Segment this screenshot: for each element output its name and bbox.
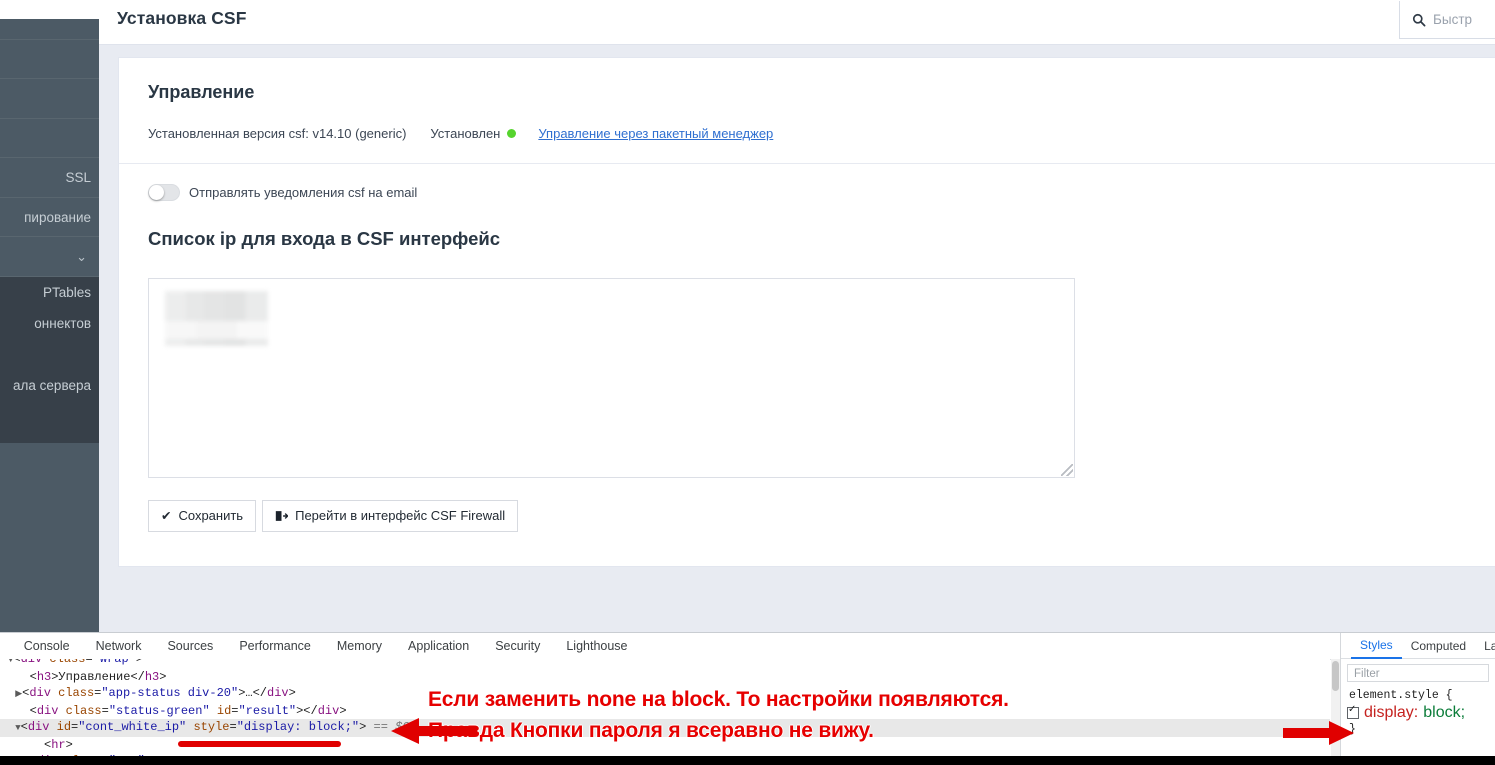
sidebar-item-blank[interactable] xyxy=(0,339,99,370)
page-title: Установка CSF xyxy=(117,8,247,28)
screen-root: SSL пирование ⌄ PTables оннектов ала сер… xyxy=(0,0,1495,765)
sidebar-item-label: ала сервера xyxy=(13,377,91,393)
sidebar-item-2[interactable] xyxy=(0,40,99,79)
styles-tab-styles[interactable]: Styles xyxy=(1351,633,1402,659)
sidebar-item-ssl[interactable]: SSL xyxy=(0,158,99,198)
sidebar-item-iptables[interactable]: PTables xyxy=(0,277,99,308)
devtools-tab-elements[interactable]: ts xyxy=(0,634,11,659)
styles-rule-close: } xyxy=(1349,723,1356,736)
sign-in-icon xyxy=(275,510,289,521)
dom-scrollbar[interactable] xyxy=(1331,659,1340,765)
email-notifications-toggle[interactable] xyxy=(148,184,180,201)
sidebar-item-expand[interactable]: ⌄ xyxy=(0,237,99,277)
version-status-row: Установленная версия csf: v14.10 (generi… xyxy=(148,126,773,141)
devtools-tab-lighthouse[interactable]: Lighthouse xyxy=(553,634,640,659)
devtools-tab-performance[interactable]: Performance xyxy=(226,634,324,659)
sidebar-item-label: пирование xyxy=(24,209,91,225)
main-content: Установка CSF Быстр Управление Установле… xyxy=(99,0,1495,632)
email-notifications-row: Отправлять уведомления csf на email xyxy=(148,184,417,201)
devtools-tab-sources[interactable]: Sources xyxy=(154,634,226,659)
sidebar-item-1[interactable] xyxy=(0,0,99,40)
sidebar-item-server-log[interactable]: ала сервера xyxy=(0,370,99,401)
content-card: Управление Установленная версия csf: v14… xyxy=(118,57,1495,567)
dom-node-h3[interactable]: <h3>Управление</h3> xyxy=(0,669,1330,686)
annotation-line-2: Правда Кнопки пароля я всеравно не вижу. xyxy=(428,719,874,742)
save-button-label: Сохранить xyxy=(178,508,244,523)
goto-csf-firewall-button[interactable]: Перейти в интерфейс CSF Firewall xyxy=(262,500,519,532)
styles-filter-input[interactable]: Filter xyxy=(1347,664,1489,682)
sidebar-lower-group: PTables оннектов ала сервера xyxy=(0,276,99,443)
goto-button-label: Перейти в интерфейс CSF Firewall xyxy=(295,508,506,523)
declaration-value[interactable]: block; xyxy=(1423,704,1465,722)
annotation-line-1: Если заменить none на block. То настройк… xyxy=(428,688,1009,711)
search-input[interactable]: Быстр xyxy=(1399,1,1495,39)
email-notifications-label: Отправлять уведомления csf на email xyxy=(189,185,418,200)
dom-node-wrap[interactable]: ▼<div class="wrap"> xyxy=(0,659,1330,669)
sidebar-item-4[interactable] xyxy=(0,119,99,158)
declaration-checkbox[interactable] xyxy=(1347,704,1359,719)
dom-h3-text: Управление xyxy=(58,669,131,684)
styles-rule-selector: element.style { xyxy=(1349,689,1453,702)
sidebar-item-label: оннектов xyxy=(34,315,91,331)
styles-tab-bar: Styles Computed Lay xyxy=(1341,633,1495,659)
search-placeholder: Быстр xyxy=(1433,12,1473,27)
top-bar: Установка CSF Быстр xyxy=(99,0,1495,45)
devtools-tab-security[interactable]: Security xyxy=(482,634,553,659)
section-title: Управление xyxy=(148,82,255,102)
styles-tab-layout[interactable]: Lay xyxy=(1475,634,1495,658)
toggle-knob xyxy=(149,185,164,200)
styles-tab-computed[interactable]: Computed xyxy=(1402,634,1475,658)
status-badge-dot xyxy=(507,129,517,138)
scrollbar-thumb[interactable] xyxy=(1332,661,1339,691)
redacted-ip-content xyxy=(165,291,268,346)
devtools-tab-memory[interactable]: Memory xyxy=(324,634,395,659)
textarea-resize-handle[interactable] xyxy=(1061,464,1073,476)
declaration-property[interactable]: display: xyxy=(1364,704,1418,722)
devtools-tab-console[interactable]: Console xyxy=(11,634,83,659)
ip-list-textarea[interactable] xyxy=(148,278,1075,478)
sidebar-item-label: SSL xyxy=(65,170,91,185)
sidebar-item-blank-2[interactable] xyxy=(0,401,99,443)
bottom-black-bar xyxy=(0,756,1495,765)
styles-panel: Styles Computed Lay Filter element.style… xyxy=(1340,633,1495,765)
chevron-down-icon: ⌄ xyxy=(76,249,87,264)
annotation-arrow-right-icon xyxy=(1283,721,1354,745)
sidebar-item-label: PTables xyxy=(42,284,91,300)
sidebar-item-backup[interactable]: пирование xyxy=(0,198,99,237)
sidebar-item-3[interactable] xyxy=(0,79,99,119)
action-buttons: ✔ Сохранить Перейти в интерфейс CSF Fire… xyxy=(148,500,519,532)
install-status-label: Установлен xyxy=(430,126,501,141)
save-button[interactable]: ✔ Сохранить xyxy=(148,500,257,532)
search-icon xyxy=(1412,13,1426,26)
installed-version-label: Установленная версия csf: v14.10 (generi… xyxy=(148,126,407,141)
left-sidebar: SSL пирование ⌄ PTables оннектов ала сер… xyxy=(0,0,99,632)
ip-list-title: Список ip для входа в CSF интерфейс xyxy=(148,228,501,249)
dom-tree[interactable]: ▼<div class="wrap"> <h3>Управление</h3> … xyxy=(0,659,1330,765)
card-divider xyxy=(119,163,1495,164)
styles-declaration-row[interactable]: display: block; xyxy=(1341,704,1495,722)
check-icon: ✔ xyxy=(161,509,172,523)
sidebar-item-connections[interactable]: оннектов xyxy=(0,308,99,339)
devtools-tab-network[interactable]: Network xyxy=(83,634,155,659)
package-manager-link[interactable]: Управление через пакетный менеджер xyxy=(538,126,773,141)
devtools-tab-application[interactable]: Application xyxy=(395,634,482,659)
annotation-underline xyxy=(178,741,341,747)
annotation-arrow-left-icon xyxy=(391,718,477,744)
devtools-tab-bar: ts Console Network Sources Performance M… xyxy=(0,633,1340,660)
